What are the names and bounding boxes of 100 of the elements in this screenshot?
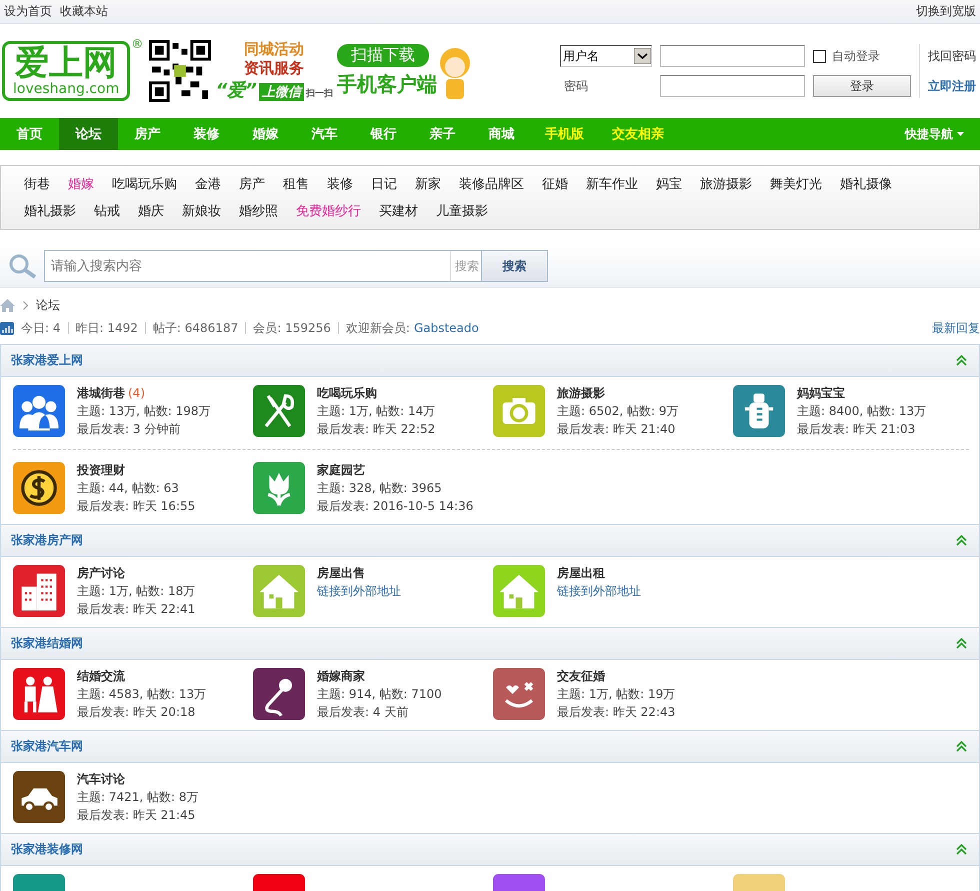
forum-title[interactable]: 投资理财 bbox=[77, 462, 196, 478]
section-title[interactable]: 张家港结婚网 bbox=[11, 635, 83, 652]
collapse-icon[interactable] bbox=[956, 741, 967, 752]
forum-icon[interactable] bbox=[13, 771, 65, 823]
forum-stats: 主题: 328, 帖数: 3965 bbox=[317, 480, 443, 496]
forum-title[interactable]: 旅游摄影 bbox=[557, 385, 679, 401]
breadcrumb-current: 论坛 bbox=[36, 296, 60, 314]
banner-text: 同城活动 bbox=[244, 40, 304, 59]
search-icon bbox=[8, 253, 38, 279]
sub-nav-link[interactable]: 婚嫁 bbox=[59, 171, 103, 198]
sub-nav-link[interactable]: 街巷 bbox=[15, 171, 59, 198]
external-link[interactable]: 链接到外部地址 bbox=[557, 583, 641, 599]
sub-nav-link[interactable]: 装修品牌区 bbox=[450, 171, 533, 198]
sub-nav-link[interactable]: 妈宝 bbox=[647, 171, 691, 198]
qr-code-icon bbox=[149, 40, 212, 102]
welcome-text: 欢迎新会员: bbox=[338, 322, 410, 334]
forum-stats: 主题: 6502, 帖数: 9万 bbox=[557, 403, 679, 419]
login-button[interactable]: 登录 bbox=[813, 75, 911, 97]
section-title[interactable]: 张家港汽车网 bbox=[11, 738, 83, 755]
sub-nav-link[interactable]: 金港 bbox=[186, 171, 230, 198]
forum-title[interactable]: 家庭园艺 bbox=[317, 462, 474, 478]
last-post-text: 最后发表: 昨天 22:52 bbox=[317, 421, 436, 437]
password-field[interactable] bbox=[660, 75, 805, 97]
forum-stats: 主题: 8400, 帖数: 13万 bbox=[797, 403, 926, 419]
forum-title[interactable]: 交友征婚 bbox=[557, 668, 676, 684]
sub-nav-link[interactable]: 征婚 bbox=[533, 171, 577, 198]
forum-icon[interactable] bbox=[13, 565, 65, 617]
last-post-text: 最后发表: 昨天 21:45 bbox=[77, 807, 196, 823]
sub-nav-link[interactable]: 装修 bbox=[318, 171, 362, 198]
latest-replies-link[interactable]: 最新回复 bbox=[932, 320, 980, 336]
sub-nav-link[interactable]: 舞美灯光 bbox=[761, 171, 831, 198]
external-link[interactable]: 链接到外部地址 bbox=[317, 583, 401, 599]
sub-nav-link[interactable]: 房产 bbox=[230, 171, 274, 198]
sub-nav-link[interactable]: 钻戒 bbox=[85, 198, 129, 225]
forum-title[interactable]: 房屋出售 bbox=[317, 565, 401, 581]
sub-nav-link[interactable]: 新家 bbox=[406, 171, 450, 198]
last-post-text: 最后发表: 昨天 22:43 bbox=[557, 704, 676, 720]
last-post-text: 最后发表: 昨天 21:40 bbox=[557, 421, 676, 437]
banner-text: 资讯服务 bbox=[244, 59, 304, 78]
logo-domain: loveshang.com bbox=[13, 82, 120, 97]
forum-icon[interactable] bbox=[493, 668, 545, 720]
last-post-text: 最后发表: 3 分钟前 bbox=[77, 421, 182, 437]
stat-text: 昨日: 1492 bbox=[68, 322, 145, 334]
search-field[interactable]: 请输入搜索内容 搜索 搜索 bbox=[44, 250, 548, 282]
new-member-link[interactable]: Gabsteado bbox=[414, 321, 479, 335]
section-title[interactable]: 张家港房产网 bbox=[11, 532, 83, 549]
find-password-link[interactable]: 找回密码 bbox=[928, 48, 980, 64]
sub-nav-link[interactable]: 买建材 bbox=[370, 198, 427, 225]
collapse-icon[interactable] bbox=[956, 844, 967, 855]
sub-nav-link[interactable]: 新娘妆 bbox=[173, 198, 230, 225]
forum-stats: 主题: 1万, 帖数: 14万 bbox=[317, 403, 436, 419]
caret-icon[interactable] bbox=[634, 48, 651, 64]
last-post-text: 最后发表: 昨天 16:55 bbox=[77, 498, 196, 514]
forum-title[interactable]: 港城街巷 (4) bbox=[77, 385, 211, 401]
last-post-text: 最后发表: 4 天前 bbox=[317, 704, 410, 720]
forum-title[interactable]: 结婚交流 bbox=[77, 668, 206, 684]
forum-stats: 主题: 1万, 帖数: 19万 bbox=[557, 686, 676, 702]
forum-icon[interactable] bbox=[253, 668, 305, 720]
wide-version-link[interactable]: 切换到宽版 bbox=[916, 3, 976, 20]
nav-tab[interactable]: 论坛 bbox=[59, 118, 118, 150]
sub-nav-link[interactable]: 婚礼摄影 bbox=[15, 198, 85, 225]
sub-nav-link[interactable]: 吃喝玩乐购 bbox=[103, 171, 186, 198]
username-field[interactable] bbox=[660, 45, 805, 67]
forum-title[interactable]: 吃喝玩乐购 bbox=[317, 385, 436, 401]
sub-nav-link[interactable]: 免费婚纱行 bbox=[287, 198, 370, 225]
auto-login-checkbox[interactable]: 自动登录 bbox=[813, 48, 911, 64]
forum-icon[interactable] bbox=[253, 385, 305, 437]
stat-text: 会员: 159256 bbox=[245, 322, 338, 334]
top-link[interactable]: 收藏本站 bbox=[60, 3, 108, 20]
forum-icon[interactable] bbox=[13, 668, 65, 720]
password-label: 密码 bbox=[563, 78, 589, 94]
sub-nav-link[interactable]: 婚纱照 bbox=[230, 198, 287, 225]
collapse-icon[interactable] bbox=[956, 355, 967, 366]
sub-nav-link[interactable]: 婚庆 bbox=[129, 198, 173, 225]
sub-nav-link[interactable]: 新车作业 bbox=[577, 171, 647, 198]
forum-title[interactable]: 房屋出租 bbox=[557, 565, 641, 581]
account-type-select[interactable]: 用户名 bbox=[560, 45, 652, 67]
collapse-icon[interactable] bbox=[956, 638, 967, 649]
sub-nav-link[interactable]: 租售 bbox=[274, 171, 318, 198]
top-link[interactable]: 设为首页 bbox=[4, 3, 52, 20]
last-post-text: 最后发表: 昨天 21:03 bbox=[797, 421, 916, 437]
search-button[interactable]: 搜索 bbox=[481, 251, 547, 281]
registered-mark: ® bbox=[131, 37, 144, 51]
sub-nav-link[interactable]: 旅游摄影 bbox=[691, 171, 761, 198]
forum-title[interactable]: 汽车讨论 bbox=[77, 771, 199, 787]
forum-title[interactable]: 房产讨论 bbox=[77, 565, 196, 581]
last-post-text: 最后发表: 昨天 20:18 bbox=[77, 704, 196, 720]
home-icon[interactable] bbox=[0, 298, 15, 312]
section-title[interactable]: 张家港装修网 bbox=[11, 841, 83, 858]
forum-stats: 主题: 44, 帖数: 63 bbox=[77, 480, 180, 496]
forum-title[interactable]: 婚嫁商家 bbox=[317, 668, 442, 684]
section-title[interactable]: 张家港爱上网 bbox=[11, 352, 83, 369]
forum-title[interactable]: 妈妈宝宝 bbox=[797, 385, 926, 401]
collapse-icon[interactable] bbox=[956, 535, 967, 546]
forum-icon[interactable] bbox=[13, 462, 65, 514]
forum-icon[interactable] bbox=[13, 385, 65, 437]
sub-nav-link[interactable]: 婚礼摄像 bbox=[831, 171, 901, 198]
sub-nav-link[interactable]: 日记 bbox=[362, 171, 406, 198]
sub-nav-link[interactable]: 儿童摄影 bbox=[427, 198, 497, 225]
register-link[interactable]: 立即注册 bbox=[928, 78, 980, 94]
